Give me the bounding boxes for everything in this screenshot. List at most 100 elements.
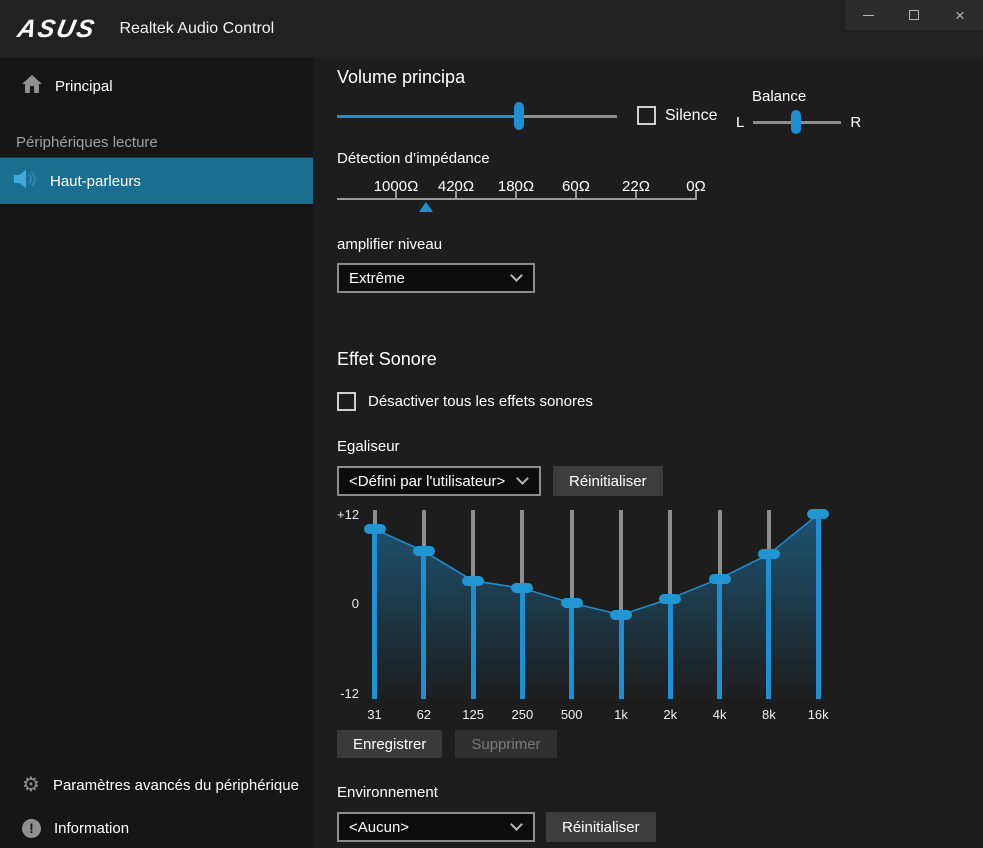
eq-band-track-lower[interactable]	[766, 554, 771, 699]
eq-band-handle[interactable]	[364, 524, 386, 534]
environment-reset-button[interactable]: Réinitialiser	[546, 812, 656, 842]
eq-band-track-lower[interactable]	[471, 581, 476, 699]
impedance-tick	[515, 191, 517, 198]
impedance-tick	[695, 191, 697, 198]
main-content: Volume principa Silence Balance L	[313, 58, 983, 848]
volume-slider[interactable]	[337, 102, 617, 130]
close-icon: ×	[955, 7, 965, 24]
minimize-button[interactable]	[848, 0, 888, 30]
chevron-down-icon	[510, 818, 523, 831]
sidebar-item-information[interactable]: ! Information	[0, 808, 313, 848]
sidebar-item-label: Principal	[55, 78, 113, 95]
amplifier-value: Extrême	[349, 270, 405, 287]
eq-band-track-upper[interactable]	[422, 510, 426, 551]
mute-label: Silence	[665, 107, 717, 125]
titlebar: ASUS Realtek Audio Control ×	[0, 0, 983, 58]
info-icon: !	[22, 819, 41, 838]
amplifier-dropdown[interactable]: Extrême	[337, 263, 535, 293]
eq-band-track-lower[interactable]	[372, 529, 377, 699]
window-controls: ×	[845, 0, 983, 30]
sidebar-item-principal[interactable]: Principal	[0, 66, 313, 106]
sidebar-item-parametres-avances[interactable]: ⚙ Paramètres avancés du périphérique	[0, 762, 313, 808]
equalizer-reset-button[interactable]: Réinitialiser	[553, 466, 663, 496]
eq-band-track-lower[interactable]	[717, 579, 722, 699]
eq-band-handle[interactable]	[709, 574, 731, 584]
sidebar: Principal Périphériques lecture Haut-par…	[0, 58, 313, 848]
eq-band-handle[interactable]	[462, 576, 484, 586]
balance-label: Balance	[752, 88, 861, 106]
close-button[interactable]: ×	[940, 0, 980, 30]
eq-band-track-upper[interactable]	[570, 510, 574, 603]
eq-band-label: 8k	[749, 707, 789, 722]
eq-band-track-lower[interactable]	[520, 588, 525, 699]
eq-band-label: 250	[502, 707, 542, 722]
amplifier-label: amplifier niveau	[337, 236, 983, 254]
environment-dropdown[interactable]: <Aucun>	[337, 812, 535, 842]
mute-group: Silence	[637, 106, 717, 125]
volume-slider-fill	[337, 115, 519, 118]
eq-band-handle[interactable]	[610, 610, 632, 620]
eq-band-track-upper[interactable]	[520, 510, 524, 588]
eq-band-track-lower[interactable]	[569, 603, 574, 699]
eq-band-label: 62	[404, 707, 444, 722]
impedance-tick	[395, 191, 397, 198]
environment-label: Environnement	[337, 784, 983, 802]
environment-value: <Aucun>	[349, 819, 409, 836]
eq-band-handle[interactable]	[511, 583, 533, 593]
eq-band-handle[interactable]	[561, 598, 583, 608]
save-button[interactable]: Enregistrer	[337, 730, 442, 758]
eq-band-label: 500	[552, 707, 592, 722]
equalizer-preset-value: <Défini par l'utilisateur>	[349, 473, 505, 490]
sidebar-item-haut-parleurs[interactable]: Haut-parleurs	[0, 158, 313, 204]
equalizer-preset-dropdown[interactable]: <Défini par l'utilisateur>	[337, 466, 541, 496]
eq-band-label: 2k	[650, 707, 690, 722]
eq-band-handle[interactable]	[659, 594, 681, 604]
app-window: ASUS Realtek Audio Control × Principal P…	[0, 0, 983, 848]
eq-band-handle[interactable]	[807, 509, 829, 519]
eq-band-track-lower[interactable]	[619, 615, 624, 699]
balance-slider[interactable]	[753, 110, 841, 134]
eq-band-track-lower[interactable]	[816, 514, 821, 699]
sidebar-item-label: Information	[54, 820, 129, 837]
volume-row: Silence Balance L R	[337, 88, 983, 136]
home-icon	[22, 75, 42, 97]
chevron-down-icon	[510, 269, 523, 282]
eq-band-handle[interactable]	[413, 546, 435, 556]
eq-band-track-upper[interactable]	[619, 510, 623, 615]
eq-band-label: 16k	[798, 707, 838, 722]
impedance-tick	[575, 191, 577, 198]
eq-band-track-upper[interactable]	[767, 510, 771, 554]
sidebar-footer: ⚙ Paramètres avancés du périphérique ! I…	[0, 762, 313, 848]
sidebar-item-label: Paramètres avancés du périphérique	[53, 777, 299, 794]
delete-button[interactable]: Supprimer	[455, 730, 556, 758]
speaker-icon	[14, 169, 40, 193]
sidebar-section-label: Périphériques lecture	[0, 134, 313, 151]
eq-band-label: 125	[453, 707, 493, 722]
balance-handle[interactable]	[791, 110, 801, 134]
eq-band-track-lower[interactable]	[421, 551, 426, 699]
eq-band-track-upper[interactable]	[668, 510, 672, 599]
volume-title: Volume principa	[337, 66, 983, 88]
disable-effects-label: Désactiver tous les effets sonores	[368, 393, 593, 410]
mute-checkbox[interactable]	[637, 106, 656, 125]
eq-band-track-lower[interactable]	[668, 599, 673, 699]
eq-band-track-upper[interactable]	[718, 510, 722, 579]
impedance-tick	[455, 191, 457, 198]
equalizer-chart: +12 0 -12 31621252505001k2k4k8k16k	[337, 505, 857, 723]
eq-band-label: 1k	[601, 707, 641, 722]
balance-left-label: L	[736, 114, 744, 131]
effects-title: Effet Sonore	[337, 348, 983, 370]
equalizer-label: Egaliseur	[337, 438, 983, 456]
eq-band-label: 31	[355, 707, 395, 722]
disable-effects-checkbox[interactable]	[337, 392, 356, 411]
eq-band-track-upper[interactable]	[471, 510, 475, 581]
balance-right-label: R	[850, 114, 861, 131]
eq-band-handle[interactable]	[758, 549, 780, 559]
maximize-button[interactable]	[894, 0, 934, 30]
eq-curve	[337, 505, 857, 723]
balance-group: Balance L R	[736, 88, 861, 136]
impedance-scale: 1000Ω420Ω180Ω60Ω22Ω0Ω	[337, 178, 701, 218]
impedance-marker-icon	[419, 202, 433, 212]
volume-slider-handle[interactable]	[514, 102, 524, 130]
gear-icon: ⚙	[22, 775, 40, 795]
